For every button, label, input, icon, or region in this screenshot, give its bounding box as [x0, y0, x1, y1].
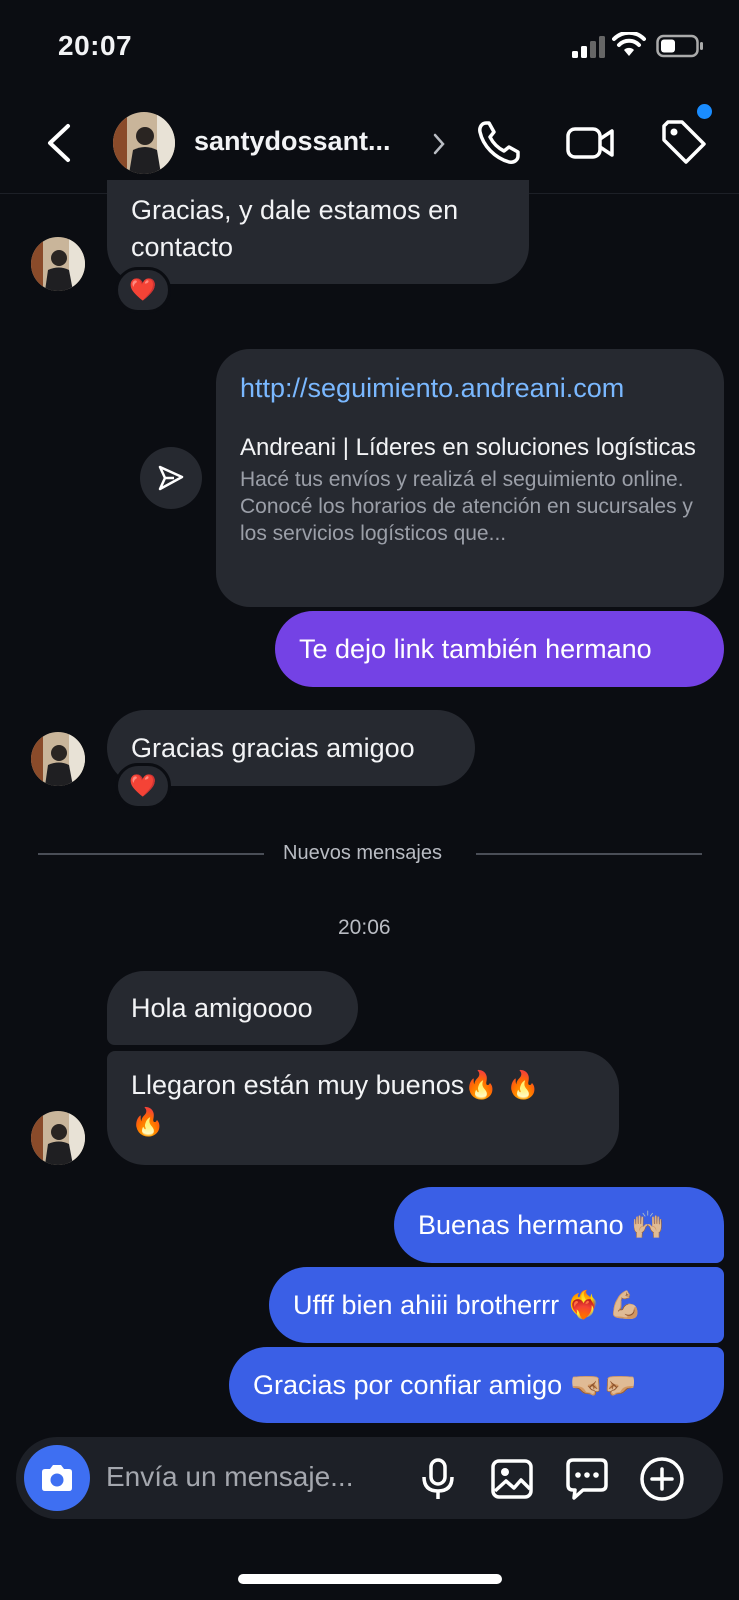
heart-reaction: ❤️ — [129, 773, 157, 799]
heart-reaction: ❤️ — [129, 277, 157, 303]
message-input[interactable] — [106, 1455, 406, 1499]
message-bubble-outgoing[interactable]: Ufff bien ahiii brotherrr ❤️‍🔥 💪🏼 — [269, 1267, 724, 1343]
divider-line — [38, 853, 264, 855]
heart-fire-muscle-emoji: ❤️‍🔥 💪🏼 — [566, 1289, 643, 1321]
message-text: Gracias por confiar amigo 🤜🏼🤛🏼 — [253, 1369, 637, 1401]
message-bubble-outgoing[interactable]: Gracias por confiar amigo 🤜🏼🤛🏼 — [229, 1347, 724, 1423]
chat-username[interactable]: santydossant... — [194, 126, 391, 157]
avatar[interactable] — [113, 112, 175, 174]
message-text: Gracias, y dale estamos en contacto — [131, 195, 459, 262]
divider-line — [476, 853, 702, 855]
chat-header: santydossant... — [0, 92, 739, 194]
fire-emoji: 🔥 🔥 — [464, 1070, 541, 1101]
message-bubble-incoming[interactable]: Hola amigoooo — [107, 971, 358, 1045]
avatar[interactable] — [31, 237, 85, 291]
message-text: Te dejo link también hermano — [299, 633, 652, 664]
message-bubble-outgoing[interactable]: Buenas hermano 🙌🏼 — [394, 1187, 724, 1263]
message-bubble-incoming[interactable]: Llegaron están muy buenos🔥 🔥 🔥 — [107, 1051, 619, 1165]
plus-circle-icon — [640, 1457, 684, 1501]
message-text: Ufff bien ahiii brotherrr ❤️‍🔥 💪🏼 — [293, 1289, 643, 1321]
phone-icon[interactable] — [474, 118, 524, 168]
link-preview-card[interactable]: http://seguimiento.andreani.com Andreani… — [216, 349, 724, 607]
notification-dot — [697, 104, 712, 119]
reaction-badge[interactable]: ❤️ — [115, 763, 171, 809]
message-bubble-incoming[interactable]: Gracias, y dale estamos en contacto — [107, 180, 529, 284]
microphone-button[interactable] — [414, 1455, 462, 1503]
message-text: Gracias gracias amigoo — [131, 732, 415, 763]
status-bar: 20:07 — [0, 0, 739, 90]
wifi-icon — [612, 32, 646, 56]
message-text: Llegaron están muy buenos🔥 🔥 🔥 — [131, 1070, 541, 1138]
send-icon — [158, 465, 184, 491]
chevron-right-icon[interactable] — [432, 132, 446, 156]
reaction-badge[interactable]: ❤️ — [115, 267, 171, 313]
sticker-button[interactable] — [563, 1455, 611, 1503]
microphone-icon — [422, 1458, 454, 1499]
image-icon — [491, 1459, 533, 1499]
gallery-button[interactable] — [488, 1455, 536, 1503]
link-url[interactable]: http://seguimiento.andreani.com — [240, 371, 700, 405]
video-camera-icon[interactable] — [565, 118, 617, 168]
link-description: Hacé tus envíos y realizá el seguimiento… — [240, 468, 693, 545]
message-text: Hola amigoooo — [131, 992, 313, 1023]
chat-bubble-icon — [566, 1458, 608, 1500]
message-bubble-outgoing[interactable]: Te dejo link también hermano — [275, 611, 724, 687]
message-timestamp: 20:06 — [338, 916, 391, 939]
fist-bump-emoji: 🤜🏼🤛🏼 — [569, 1369, 637, 1401]
home-indicator[interactable] — [238, 1574, 502, 1584]
camera-icon — [42, 1465, 72, 1491]
tag-icon[interactable] — [658, 116, 710, 168]
message-list[interactable]: Gracias, y dale estamos en contacto ❤️ h… — [0, 180, 739, 1434]
avatar[interactable] — [31, 732, 85, 786]
link-title: Andreani | Líderes en soluciones logísti… — [240, 434, 696, 461]
message-text: Buenas hermano 🙌🏼 — [418, 1209, 665, 1241]
raised-hands-emoji: 🙌🏼 — [631, 1209, 665, 1241]
battery-icon — [656, 34, 703, 58]
message-composer — [16, 1437, 723, 1519]
share-button[interactable] — [140, 447, 202, 509]
new-messages-divider: Nuevos mensajes — [283, 842, 442, 864]
signal-icon — [572, 36, 605, 58]
back-arrow-icon[interactable] — [40, 120, 80, 166]
camera-button[interactable] — [24, 1445, 90, 1511]
avatar[interactable] — [31, 1111, 85, 1165]
fire-emoji: 🔥 — [131, 1107, 165, 1138]
more-button[interactable] — [638, 1455, 686, 1503]
status-time: 20:07 — [58, 30, 133, 61]
